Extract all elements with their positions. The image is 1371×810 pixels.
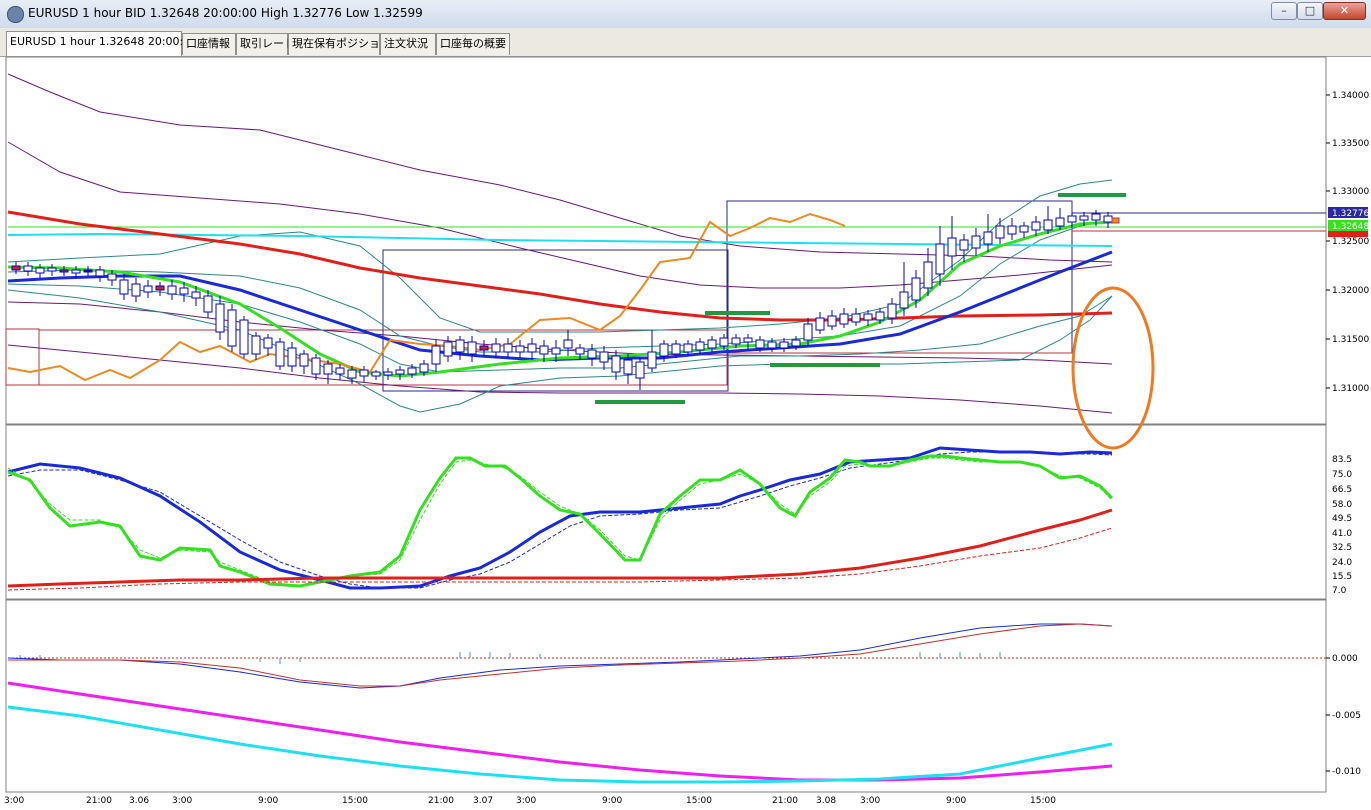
price-tick: 1.34000 (1332, 91, 1369, 101)
stochastic-panel (5, 424, 1327, 600)
chart-area[interactable]: 1.34000 1.33500 1.33000 1.32500 1.32000 … (0, 56, 1371, 810)
current-price-badge: 1.32648 (1332, 222, 1369, 232)
window-title: EURUSD 1 hour BID 1.32648 20:00:00 High … (28, 6, 423, 20)
tab-open-positions[interactable]: 現在保有ポジション (288, 33, 391, 55)
title-bar: EURUSD 1 hour BID 1.32648 20:00:00 High … (0, 0, 1371, 29)
tab-bar: EURUSD 1 hour 1.32648 20:00:00 口座情報 取引レー… (0, 28, 1371, 57)
tab-order-status[interactable]: 注文状況 (380, 33, 436, 55)
price-tick: 1.33000 (1332, 187, 1369, 197)
macd-panel (5, 599, 1327, 793)
teal-band-upper (7, 179, 1113, 333)
time-tick: 15:00 (342, 796, 368, 806)
outer-band-upper2 (7, 141, 1113, 289)
time-axis: 3:00 21:00 3.06 3:00 9:00 15:00 21:00 3.… (4, 791, 1326, 806)
price-tick: 1.31000 (1332, 384, 1369, 394)
stoch-tick: 32.5 (1332, 543, 1352, 553)
time-tick: 9:00 (602, 796, 622, 806)
stoch-tick: 41.0 (1332, 529, 1352, 539)
time-tick: 3.08 (816, 796, 836, 806)
minimize-button[interactable]: – (1271, 2, 1297, 20)
stoch-tick: 58.0 (1332, 500, 1352, 510)
stoch-tick: 24.0 (1332, 558, 1352, 568)
time-tick: 21:00 (772, 796, 798, 806)
time-tick: 21:00 (86, 796, 112, 806)
macd-tick: -0.010 (1332, 767, 1361, 777)
high-price-badge: 1.32776 (1332, 209, 1369, 219)
time-tick: 15:00 (686, 796, 712, 806)
time-tick: 15:00 (1030, 796, 1056, 806)
blue-ema (7, 250, 1113, 362)
tab-account-info[interactable]: 口座情報 (182, 33, 236, 55)
time-tick: 3:00 (172, 796, 192, 806)
stoch-blue (7, 446, 1113, 590)
stoch-tick: 7.0 (1332, 586, 1347, 596)
price-axis: 1.34000 1.33500 1.33000 1.32500 1.32000 … (1326, 91, 1369, 394)
price-tick: 1.31500 (1332, 335, 1369, 345)
tab-account-summary[interactable]: 口座毎の概要 (436, 33, 510, 55)
price-tick: 1.32000 (1332, 286, 1369, 296)
red-ema (7, 210, 1113, 322)
macd-blue (7, 623, 1113, 689)
time-tick: 3:00 (860, 796, 880, 806)
outer-band-lower2 (7, 301, 1113, 365)
macd-tick: 0.000 (1332, 654, 1358, 664)
price-tick: 1.32500 (1332, 237, 1369, 247)
stoch-tick: 83.5 (1332, 455, 1352, 465)
macd-axis: 0.000 -0.005 -0.010 (1326, 654, 1361, 777)
time-tick: 21:00 (428, 796, 454, 806)
price-tick: 1.33500 (1332, 139, 1369, 149)
stoch-tick: 49.5 (1332, 514, 1352, 524)
time-tick: 3.06 (129, 796, 149, 806)
close-button[interactable]: ✕ (1323, 2, 1366, 20)
maximize-button[interactable]: □ (1297, 2, 1323, 20)
tab-chart-eurusd[interactable]: EURUSD 1 hour 1.32648 20:00:00 (6, 31, 197, 56)
outer-band-lower (7, 344, 1113, 414)
tab-rates[interactable]: 取引レート (236, 33, 295, 55)
stoch-axis: 83.5 75.0 66.5 58.0 49.5 41.0 32.5 24.0 … (1332, 455, 1352, 596)
stoch-tick: 75.0 (1332, 470, 1352, 480)
stoch-tick: 15.5 (1332, 572, 1352, 582)
app-icon (7, 6, 24, 23)
macd-cyan (7, 705, 1113, 784)
time-tick: 3:00 (516, 796, 536, 806)
time-tick: 9:00 (946, 796, 966, 806)
time-tick: 9:00 (258, 796, 278, 806)
time-tick: 3:00 (4, 796, 24, 806)
time-tick: 3.07 (473, 796, 493, 806)
macd-tick: -0.005 (1332, 711, 1361, 721)
stoch-tick: 66.5 (1332, 485, 1352, 495)
